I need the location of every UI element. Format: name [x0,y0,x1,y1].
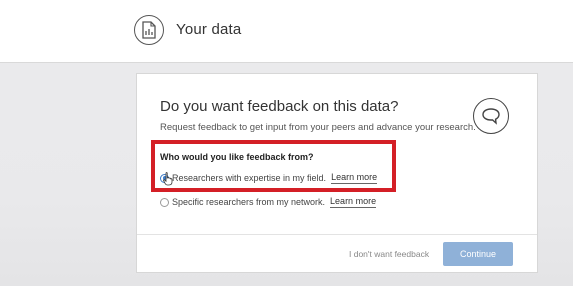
card-subtitle: Request feedback to get input from your … [160,122,476,133]
option-researchers-expertise[interactable]: Researchers with expertise in my field. … [160,171,378,185]
document-chart-icon [134,15,164,45]
card-title: Do you want feedback on this data? [160,98,399,115]
option-label: Researchers with expertise in my field. [172,173,327,183]
continue-button[interactable]: Continue [443,242,513,266]
feedback-question: Who would you like feedback from? [160,152,314,162]
option-specific-researchers[interactable]: Specific researchers from my network. Le… [160,195,377,209]
feedback-card: Do you want feedback on this data? Reque… [136,73,538,273]
footer-divider [137,234,537,235]
hand-cursor-icon [163,172,173,191]
decline-feedback-button[interactable]: I don't want feedback [349,249,429,259]
page: Your data Do you want feedback on this d… [0,0,573,286]
comment-icon [473,98,509,134]
page-title: Your data [176,21,242,38]
learn-more-link[interactable]: Learn more [330,196,377,208]
option-label: Specific researchers from my network. [172,197,326,207]
learn-more-link[interactable]: Learn more [331,172,378,184]
radio-specific-researchers[interactable] [160,197,169,207]
header-bar: Your data [0,0,573,63]
